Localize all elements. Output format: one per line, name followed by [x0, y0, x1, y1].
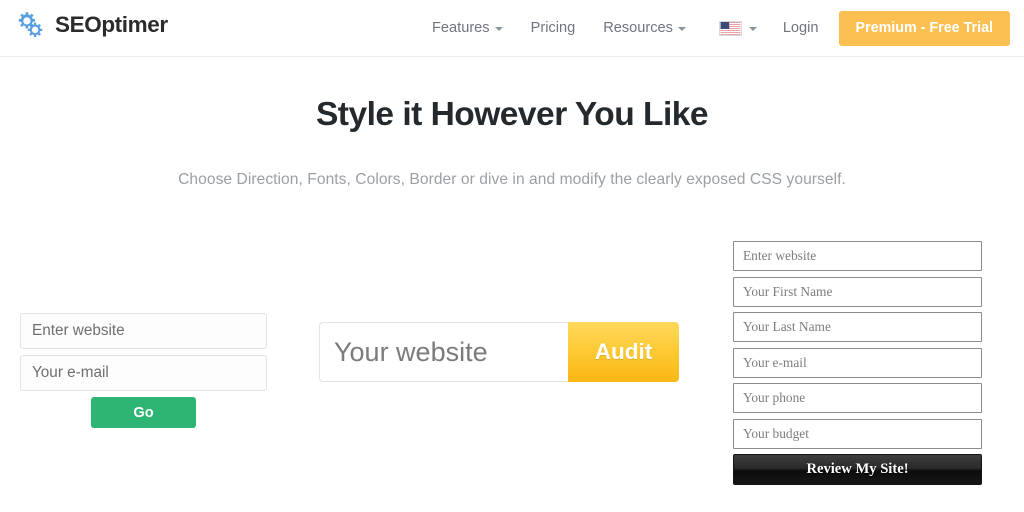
- embed-widget-inline-audit: Audit: [319, 322, 679, 382]
- login-link[interactable]: Login: [783, 20, 819, 36]
- nav-item-label: Pricing: [531, 20, 576, 36]
- budget-input[interactable]: [733, 419, 982, 449]
- main-navigation: Features Pricing Resources: [432, 0, 686, 56]
- website-input[interactable]: [733, 241, 982, 271]
- chevron-down-icon: [495, 27, 503, 31]
- header-actions: Login Premium - Free Trial: [719, 0, 1010, 56]
- chevron-down-icon: [749, 27, 757, 31]
- gears-logo-icon: [14, 8, 48, 42]
- page-subtitle: Choose Direction, Fonts, Colors, Border …: [0, 171, 1024, 189]
- chevron-down-icon: [678, 27, 686, 31]
- email-input[interactable]: [20, 355, 267, 391]
- last-name-input[interactable]: [733, 312, 982, 342]
- brand-name: SEOptimer: [55, 14, 168, 37]
- nav-item-label: Features: [432, 20, 490, 36]
- email-input[interactable]: [733, 348, 982, 378]
- website-input[interactable]: [319, 322, 568, 382]
- audit-button[interactable]: Audit: [568, 322, 679, 382]
- phone-input[interactable]: [733, 383, 982, 413]
- first-name-input[interactable]: [733, 277, 982, 307]
- nav-item-pricing[interactable]: Pricing: [531, 20, 576, 36]
- site-header: SEOptimer Features Pricing Resources: [0, 0, 1024, 57]
- page-root: SEOptimer Features Pricing Resources: [0, 0, 1024, 512]
- brand-logo[interactable]: SEOptimer: [14, 8, 168, 42]
- review-my-site-button[interactable]: Review My Site!: [733, 454, 982, 485]
- nav-item-features[interactable]: Features: [432, 20, 503, 36]
- go-button[interactable]: Go: [91, 397, 196, 428]
- website-input[interactable]: [20, 313, 267, 349]
- premium-free-trial-button[interactable]: Premium - Free Trial: [839, 11, 1010, 46]
- page-title: Style it However You Like: [0, 96, 1024, 134]
- nav-item-label: Resources: [603, 20, 673, 36]
- language-selector[interactable]: [719, 21, 757, 36]
- nav-item-resources[interactable]: Resources: [603, 20, 686, 36]
- us-flag-icon: [719, 21, 742, 36]
- embed-widget-stacked-green: Go: [20, 313, 267, 428]
- embed-widget-full-serif: Review My Site!: [733, 241, 982, 485]
